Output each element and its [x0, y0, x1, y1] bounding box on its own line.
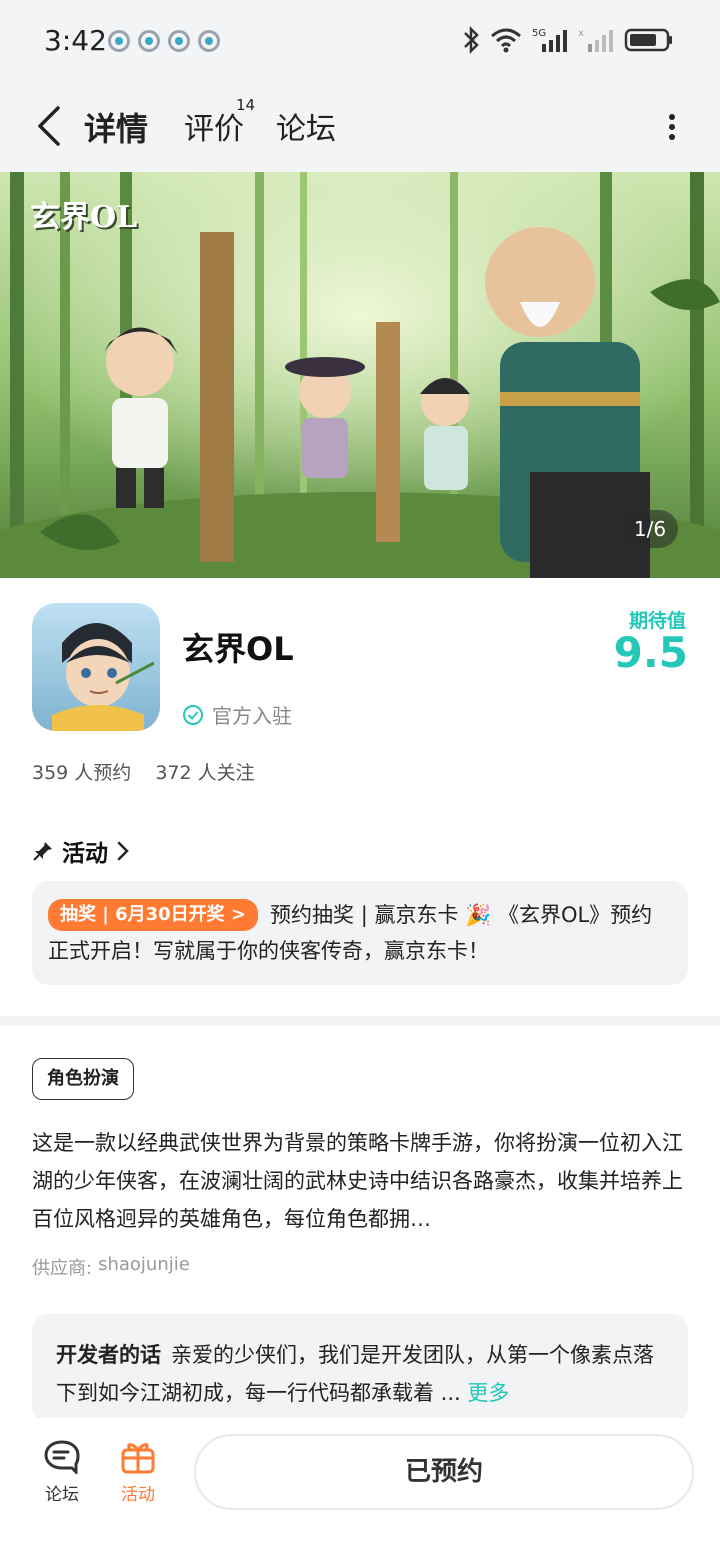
tab-review[interactable]: 评价 — [184, 104, 244, 148]
game-description[interactable]: 这是一款以经典武侠世界为背景的策略卡牌手游，你将扮演一位初入江湖的少年侠客，在波… — [32, 1124, 688, 1238]
more-options-icon[interactable] — [662, 112, 682, 142]
notification-icons — [108, 30, 220, 52]
system-icons: 5G x — [462, 26, 674, 54]
notification-icon — [198, 30, 220, 52]
status-time: 3:42 — [44, 24, 107, 57]
activity-content: 抽奖 | 6月30日开奖 > 预约抽奖 | 赢京东卡 🎉 《玄界OL》预约正式开启… — [48, 897, 672, 969]
reserved-button[interactable]: 已预约 — [194, 1434, 694, 1510]
gift-icon — [121, 1443, 155, 1474]
notification-icon — [108, 30, 130, 52]
genre-tag[interactable]: 角色扮演 — [32, 1058, 134, 1100]
notification-icon — [168, 30, 190, 52]
bluetooth-icon — [464, 26, 479, 54]
supplier-label: 供应商: — [32, 1258, 93, 1279]
review-count-badge: 14 — [236, 96, 256, 114]
developer-words-card[interactable]: 开发者的话 亲爱的少侠们，我们是开发团队，从第一个像素点落下到如今江湖初成，每一行… — [32, 1314, 688, 1424]
forum-chat-icon — [44, 1440, 80, 1474]
signal-weak-icon: x — [578, 28, 613, 52]
chevron-right-icon — [117, 841, 129, 861]
bottom-forum-button[interactable]: 论坛 — [22, 1438, 102, 1505]
bottom-activity-button[interactable]: 活动 — [98, 1438, 178, 1505]
tab-detail[interactable]: 详情 — [80, 104, 153, 150]
banner-carousel[interactable]: 玄界OL 1/6 — [0, 172, 720, 578]
back-arrow-icon[interactable] — [34, 104, 64, 148]
signal-5g-icon: 5G — [532, 28, 567, 52]
activity-section-header[interactable]: 活动 — [32, 834, 130, 868]
follower-count: 372 人关注 — [155, 762, 255, 784]
pin-icon — [33, 842, 52, 861]
bottom-forum-label: 论坛 — [45, 1485, 79, 1505]
reservation-count: 359 人预约 — [32, 762, 132, 784]
official-label: 官方入驻 — [212, 704, 292, 728]
section-divider — [0, 1016, 720, 1026]
expect-score: 9.5 — [613, 628, 688, 677]
lottery-tag: 抽奖 | 6月30日开奖 > — [48, 899, 259, 931]
verified-check-icon — [183, 704, 203, 725]
supplier-info: 供应商: shaojunjie — [32, 1254, 190, 1280]
app-name: 玄界OL — [182, 630, 294, 668]
more-link[interactable]: 更多 — [467, 1381, 509, 1405]
wifi-icon — [491, 28, 521, 53]
tab-detail-label: 详情 — [84, 110, 149, 148]
stats-row: 359 人预约 372 人关注 — [32, 758, 255, 785]
nav-bar: 详情 评价 14 论坛 — [0, 82, 720, 172]
developer-words-text: 开发者的话 亲爱的少侠们，我们是开发团队，从第一个像素点落下到如今江湖初成，每一行… — [56, 1336, 664, 1412]
activity-title: 活动 — [62, 841, 108, 867]
bottom-activity-label: 活动 — [121, 1485, 155, 1505]
banner-page-counter: 1/6 — [622, 510, 678, 548]
battery-icon — [624, 28, 672, 52]
status-bar: 3:42 5G x — [0, 0, 720, 82]
activity-card[interactable]: 抽奖 | 6月30日开奖 > 预约抽奖 | 赢京东卡 🎉 《玄界OL》预约正式开启… — [32, 881, 688, 985]
tab-forum[interactable]: 论坛 — [276, 104, 336, 148]
svg-text:5G: 5G — [532, 28, 546, 39]
developer-words-title: 开发者的话 — [56, 1343, 161, 1367]
official-badge: 官方入驻 — [182, 700, 292, 729]
app-icon — [32, 603, 160, 731]
supplier-name: shaojunjie — [98, 1254, 190, 1275]
banner-game-logo: 玄界OL — [30, 200, 138, 235]
notification-icon — [138, 30, 160, 52]
svg-text:x: x — [578, 28, 584, 39]
bottom-action-bar: 论坛 活动 已预约 — [0, 1418, 720, 1560]
